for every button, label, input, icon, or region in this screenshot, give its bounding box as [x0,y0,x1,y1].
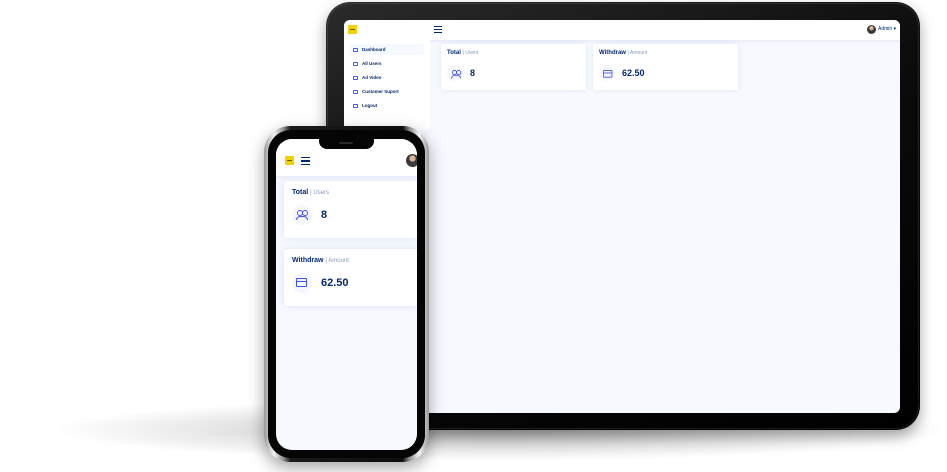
sidebar-item-ad-video[interactable]: Ad Video [350,72,424,83]
users-count: 8 [321,209,328,221]
card-title: Withdraw | Amount [599,50,647,56]
credit-card-icon [292,273,312,293]
card-subtitle: | Users [462,50,479,56]
menu-toggle-icon[interactable] [434,26,442,33]
tablet-header: Admin ▾ [344,20,900,40]
people-icon [292,205,312,225]
menu-toggle-icon[interactable] [301,157,310,165]
person-icon [353,61,358,66]
withdraw-card[interactable]: Withdraw | Amount 62.50 [284,249,417,306]
card-title: Total | Users [447,50,478,56]
people-icon [447,65,463,81]
withdraw-amount: 62.50 [321,277,349,289]
sidebar-item-label: All Users [362,61,382,66]
withdraw-amount: 62.50 [622,68,645,78]
credit-card-icon [599,65,615,81]
withdraw-card[interactable]: Withdraw | Amount 62.50 [593,44,738,90]
card-subtitle: | Users [310,190,330,196]
phone-notch [319,139,374,149]
logo[interactable] [285,156,294,165]
phone-screen: Total | Users 8 Withdraw | Amount 62.50 [276,139,417,450]
sidebar-item-logout[interactable]: Logout [350,100,424,111]
card-title-text: Total [447,50,461,56]
avatar[interactable] [867,25,876,34]
card-title-text: Withdraw [599,50,626,56]
sidebar-item-label: Customer Suport [362,89,399,94]
logout-icon [353,103,358,108]
card-subtitle: | Amount [627,50,648,56]
video-icon [353,75,358,80]
card-title: Total | Users [292,189,329,196]
card-title-text: Total [292,189,309,196]
users-card[interactable]: Total | Users 8 [441,44,586,90]
card-subtitle: | Amount [325,258,349,264]
users-count: 8 [470,68,476,78]
grid-icon [353,47,358,52]
sidebar-item-label: Dashboard [362,47,386,52]
avatar[interactable] [406,154,417,167]
headset-icon [353,89,358,94]
logo[interactable] [348,25,357,34]
users-card[interactable]: Total | Users 8 [284,181,417,238]
phone-bezel: Total | Users 8 Withdraw | Amount 62.50 [268,130,425,458]
sidebar-item-label: Logout [362,103,378,108]
sidebar-item-dashboard[interactable]: Dashboard [350,44,424,55]
phone-device: Total | Users 8 Withdraw | Amount 62.50 [264,126,429,462]
sidebar-item-customer-support[interactable]: Customer Suport [350,86,424,97]
card-title: Withdraw | Amount [292,257,349,264]
sidebar: Dashboard All Users Ad Video Customer Su… [344,40,430,130]
card-title-text: Withdraw [292,257,324,264]
sidebar-item-label: Ad Video [362,75,382,80]
sidebar-item-all-users[interactable]: All Users [350,58,424,69]
user-menu[interactable]: Admin ▾ [878,26,896,32]
